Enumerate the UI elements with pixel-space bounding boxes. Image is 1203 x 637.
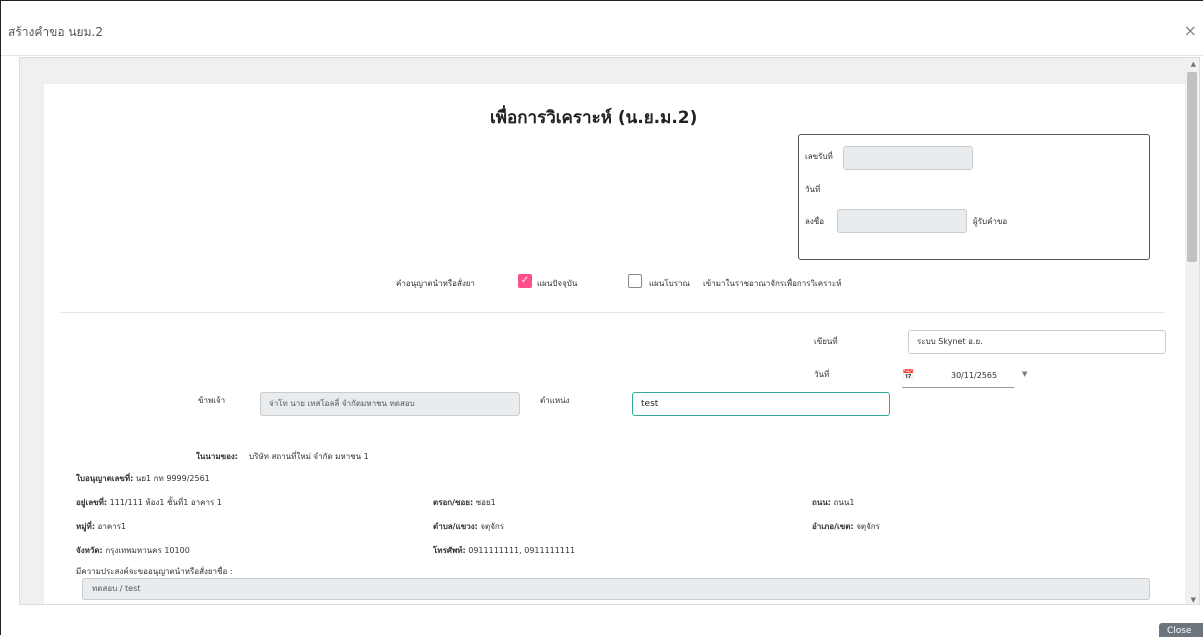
modal-header: สร้างคำขอ นยม.2 × [1,1,1203,56]
checkbox-traditional-medicine[interactable] [628,274,642,288]
date-picker[interactable]: 📅 30/11/2565 ▼ [902,366,1027,388]
on-behalf-value: บริษัท สถานที่ใหม่ จำกัด มหาชน 1 [249,452,369,461]
scroll-down-icon[interactable]: ▼ [1191,596,1196,604]
address-no-line: อยู่เลขที่: 111/111 ห้อง1 ชั้นที่1 อาคาร… [76,496,222,509]
license-type-suffix: เข้ามาในราชอาณาจักรเพื่อการวิเคราะห์ [703,279,842,288]
alley-label: ตรอก/ซอย: [433,498,474,507]
license-no-label: ใบอนุญาตเลขที่: [76,474,134,483]
address-no-label: อยู่เลขที่: [76,498,108,507]
phone-label: โทรศัพท์: [433,546,466,555]
receipt-no-field [843,146,973,170]
written-at-field[interactable]: ระบบ Skynet อ.ย. [908,330,1166,354]
province-line: จังหวัด: กรุงเทพมหานคร 10100 [76,544,190,557]
traditional-medicine-label: แผนโบราณ [649,279,690,288]
district-label: อำเภอ/เขต: [812,522,854,531]
license-type-prefix: คำอนุญาตนำหรือสั่งยา [396,279,475,288]
receipt-date-label: วันที่ [805,185,821,194]
checkbox-current-medicine[interactable]: ✓ [518,274,532,288]
province-label: จังหวัด: [76,546,103,555]
alley-value: ซอย1 [475,498,496,507]
written-at-label: เขียนที่ [814,337,838,346]
on-behalf-label: ในนามของ: [196,452,238,461]
chevron-down-icon[interactable]: ▼ [1022,370,1027,378]
subdistrict-label: ตำบล/แขวง: [433,522,478,531]
applicant-label: ข้าพเจ้า [198,396,226,405]
sign-label: ลงชื่อ [805,217,825,226]
section-divider [60,312,1165,313]
sign-field [837,209,967,233]
form-paper: เพื่อการวิเคราะห์ (น.ย.ม.2) เลขรับที่ วั… [44,84,1185,604]
position-label: ตำแหน่ง [540,396,570,405]
license-no-value: นย1 กท 9999/2561 [135,474,210,483]
phone-line: โทรศัพท์: 0911111111, 0911111111 [433,544,575,557]
receipt-box: เลขรับที่ วันที่ ลงชื่อ ผู้รับคำขอ [798,134,1150,260]
road-label: ถนน: [812,498,831,507]
alley-line: ตรอก/ซอย: ซอย1 [433,496,496,509]
purpose-field: ทดสอบ / test [82,578,1150,600]
applicant-field: จ่าโท นาย เทสโอลลี่ จำกัดมหาชน ทดสอบ [260,392,520,416]
date-label: วันที่ [814,370,830,379]
road-line: ถนน: ถนน1 [812,496,854,509]
license-no-line: ใบอนุญาตเลขที่: นย1 กท 9999/2561 [76,472,210,485]
purpose-label: มีความประสงค์จะขออนุญาตนำหรือสั่งยาชื่อ … [76,567,233,576]
date-value: 30/11/2565 [951,371,998,380]
modal-body-frame: เพื่อการวิเคราะห์ (น.ย.ม.2) เลขรับที่ วั… [19,57,1200,605]
document-title: เพื่อการวิเคราะห์ (น.ย.ม.2) [490,108,698,128]
province-value: กรุงเทพมหานคร 10100 [105,546,190,555]
calendar-icon[interactable]: 📅 [902,370,914,381]
scroll-up-icon[interactable]: ▲ [1191,60,1196,68]
scrollbar[interactable]: ▲ ▼ [1185,58,1199,604]
moo-line: หมู่ที่: อาคาร1 [76,520,126,533]
address-no-value: 111/111 ห้อง1 ชั้นที่1 อาคาร 1 [109,498,222,507]
modal-title: สร้างคำขอ นยม.2 [8,25,103,39]
subdistrict-value: จตุจักร [480,522,505,531]
create-request-modal: สร้างคำขอ นยม.2 × เพื่อการวิเคราะห์ (น.ย… [0,0,1203,637]
close-icon[interactable]: × [1184,21,1197,40]
moo-label: หมู่ที่: [76,522,96,531]
district-line: อำเภอ/เขต: จตุจักร [812,520,880,533]
phone-value: 0911111111, 0911111111 [468,546,576,555]
district-value: จตุจักร [856,522,880,531]
moo-value: อาคาร1 [97,522,127,531]
position-field[interactable]: test [632,392,890,416]
scroll-thumb[interactable] [1187,72,1197,262]
subdistrict-line: ตำบล/แขวง: จตุจักร [433,520,504,533]
current-medicine-label: แผนปัจจุบัน [537,279,578,288]
receipt-no-label: เลขรับที่ [805,152,833,161]
receiver-label: ผู้รับคำขอ [973,217,1008,226]
road-value: ถนน1 [833,498,855,507]
